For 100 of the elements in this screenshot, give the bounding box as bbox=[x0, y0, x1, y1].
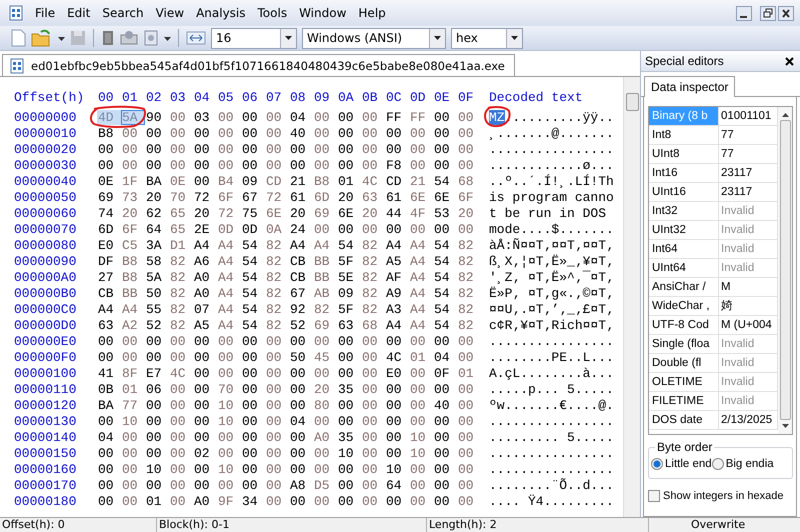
hex-byte[interactable]: 00 bbox=[313, 158, 337, 172]
inspector-label[interactable]: Int8 bbox=[649, 126, 719, 145]
hex-byte[interactable]: 00 bbox=[361, 382, 385, 396]
hex-byte[interactable]: 00 bbox=[385, 494, 409, 508]
hex-byte[interactable]: 82 bbox=[169, 318, 193, 332]
hex-byte[interactable]: 72 bbox=[193, 190, 217, 204]
hex-byte[interactable]: 00 bbox=[97, 478, 121, 492]
hex-byte[interactable]: 00 bbox=[265, 414, 289, 428]
inspector-label[interactable]: Int16 bbox=[649, 164, 719, 183]
hex-byte[interactable]: 00 bbox=[433, 462, 457, 476]
hex-byte[interactable]: 00 bbox=[169, 446, 193, 460]
hex-byte[interactable]: 00 bbox=[337, 142, 361, 156]
hex-byte[interactable]: 00 bbox=[241, 158, 265, 172]
hex-byte[interactable]: E0 bbox=[97, 238, 121, 252]
hex-byte[interactable]: 00 bbox=[169, 494, 193, 508]
hex-byte[interactable]: 00 bbox=[313, 222, 337, 236]
hex-byte[interactable]: 00 bbox=[313, 414, 337, 428]
hex-byte[interactable]: A4 bbox=[289, 238, 313, 252]
memory-chip-icon[interactable] bbox=[101, 29, 115, 47]
hex-byte[interactable]: 1F bbox=[121, 174, 145, 188]
hex-byte[interactable]: 20 bbox=[193, 206, 217, 220]
hex-byte[interactable]: 00 bbox=[385, 446, 409, 460]
hex-byte[interactable]: 00 bbox=[265, 478, 289, 492]
hex-byte[interactable]: BB bbox=[121, 286, 145, 300]
hex-byte[interactable]: 00 bbox=[433, 158, 457, 172]
hex-byte[interactable]: 20 bbox=[361, 206, 385, 220]
hex-byte[interactable]: 00 bbox=[457, 446, 481, 460]
hex-byte[interactable]: 00 bbox=[121, 350, 145, 364]
hex-byte[interactable]: 00 bbox=[241, 462, 265, 476]
hex-byte[interactable]: A0 bbox=[193, 286, 217, 300]
hex-byte[interactable]: 0E bbox=[97, 174, 121, 188]
hex-byte[interactable]: 00 bbox=[409, 222, 433, 236]
hex-byte[interactable]: 00 bbox=[265, 446, 289, 460]
hex-byte[interactable]: A4 bbox=[409, 318, 433, 332]
scroll-up-icon[interactable] bbox=[782, 113, 788, 117]
hex-byte[interactable]: AB bbox=[313, 286, 337, 300]
hex-byte[interactable]: 80 bbox=[313, 398, 337, 412]
hex-byte[interactable]: 54 bbox=[241, 238, 265, 252]
hex-byte[interactable]: 82 bbox=[361, 286, 385, 300]
decoded-text[interactable]: ........PE..L... bbox=[489, 350, 614, 364]
hex-byte[interactable]: 62 bbox=[145, 206, 169, 220]
hex-byte[interactable]: 00 bbox=[433, 414, 457, 428]
hex-byte[interactable]: 90 bbox=[145, 110, 169, 124]
hex-byte[interactable]: 00 bbox=[433, 478, 457, 492]
hex-byte[interactable]: 20 bbox=[145, 190, 169, 204]
hex-byte[interactable]: 67 bbox=[289, 286, 313, 300]
hex-byte[interactable]: 00 bbox=[457, 222, 481, 236]
hex-byte[interactable]: 00 bbox=[217, 366, 241, 380]
hex-byte[interactable]: 82 bbox=[265, 270, 289, 284]
hex-byte[interactable]: A4 bbox=[385, 238, 409, 252]
hex-byte[interactable]: 00 bbox=[145, 430, 169, 444]
hex-byte[interactable]: 00 bbox=[265, 382, 289, 396]
hex-byte[interactable]: 00 bbox=[241, 142, 265, 156]
hex-byte[interactable]: 00 bbox=[361, 110, 385, 124]
hex-byte[interactable]: 00 bbox=[145, 158, 169, 172]
hex-byte[interactable]: 82 bbox=[169, 286, 193, 300]
hex-byte[interactable]: 72 bbox=[265, 190, 289, 204]
hex-byte[interactable]: 52 bbox=[145, 318, 169, 332]
hex-byte[interactable]: 61 bbox=[385, 190, 409, 204]
hex-byte[interactable]: 00 bbox=[337, 222, 361, 236]
hex-byte[interactable]: 00 bbox=[433, 126, 457, 140]
hex-byte[interactable]: 00 bbox=[385, 334, 409, 348]
hex-byte[interactable]: 82 bbox=[457, 270, 481, 284]
menu-item[interactable]: Help bbox=[352, 6, 392, 20]
hex-byte[interactable]: 00 bbox=[121, 334, 145, 348]
hex-byte[interactable]: DF bbox=[97, 254, 121, 268]
minimize-icon[interactable] bbox=[736, 6, 752, 20]
decoded-text[interactable]: ¤¤U‚.¤T‚’‚_‚£¤T‚ bbox=[489, 302, 614, 316]
hex-byte[interactable]: 64 bbox=[145, 222, 169, 236]
hex-byte[interactable]: 04 bbox=[433, 350, 457, 364]
hex-byte[interactable]: 00 bbox=[457, 430, 481, 444]
hex-byte[interactable]: 20 bbox=[457, 206, 481, 220]
decoded-text[interactable]: Ë»P‚ ¤T‚g«.‚©¤T‚ bbox=[489, 286, 614, 300]
hex-byte[interactable]: 00 bbox=[361, 446, 385, 460]
hex-byte[interactable]: 50 bbox=[145, 286, 169, 300]
hex-byte[interactable]: 82 bbox=[361, 238, 385, 252]
hex-byte[interactable]: C5 bbox=[121, 238, 145, 252]
hex-byte[interactable]: 00 bbox=[457, 494, 481, 508]
hex-byte[interactable]: 54 bbox=[241, 318, 265, 332]
hex-byte[interactable]: 00 bbox=[217, 334, 241, 348]
hex-byte[interactable]: 00 bbox=[409, 494, 433, 508]
hex-byte[interactable]: 00 bbox=[97, 350, 121, 364]
hex-byte[interactable]: 00 bbox=[385, 430, 409, 444]
hex-byte[interactable]: 00 bbox=[457, 478, 481, 492]
hex-byte[interactable]: 00 bbox=[361, 222, 385, 236]
hex-byte[interactable]: 2E bbox=[193, 222, 217, 236]
hex-byte[interactable]: 00 bbox=[361, 334, 385, 348]
hex-byte[interactable]: 54 bbox=[433, 238, 457, 252]
hex-byte[interactable]: 00 bbox=[361, 478, 385, 492]
hex-byte[interactable]: 82 bbox=[265, 238, 289, 252]
hex-byte[interactable]: 00 bbox=[385, 382, 409, 396]
hex-byte[interactable]: 00 bbox=[145, 142, 169, 156]
inspector-label[interactable]: UInt16 bbox=[649, 183, 719, 202]
hex-byte[interactable]: 00 bbox=[121, 446, 145, 460]
hex-byte[interactable]: 6D bbox=[97, 222, 121, 236]
hex-byte[interactable]: 00 bbox=[313, 462, 337, 476]
hex-byte[interactable]: 00 bbox=[97, 142, 121, 156]
scrollbar[interactable] bbox=[778, 107, 792, 434]
decoded-text[interactable]: '¸Z‚ ¤T‚Ë»^‚¯¤T‚ bbox=[489, 270, 614, 284]
hex-byte[interactable]: 00 bbox=[145, 414, 169, 428]
